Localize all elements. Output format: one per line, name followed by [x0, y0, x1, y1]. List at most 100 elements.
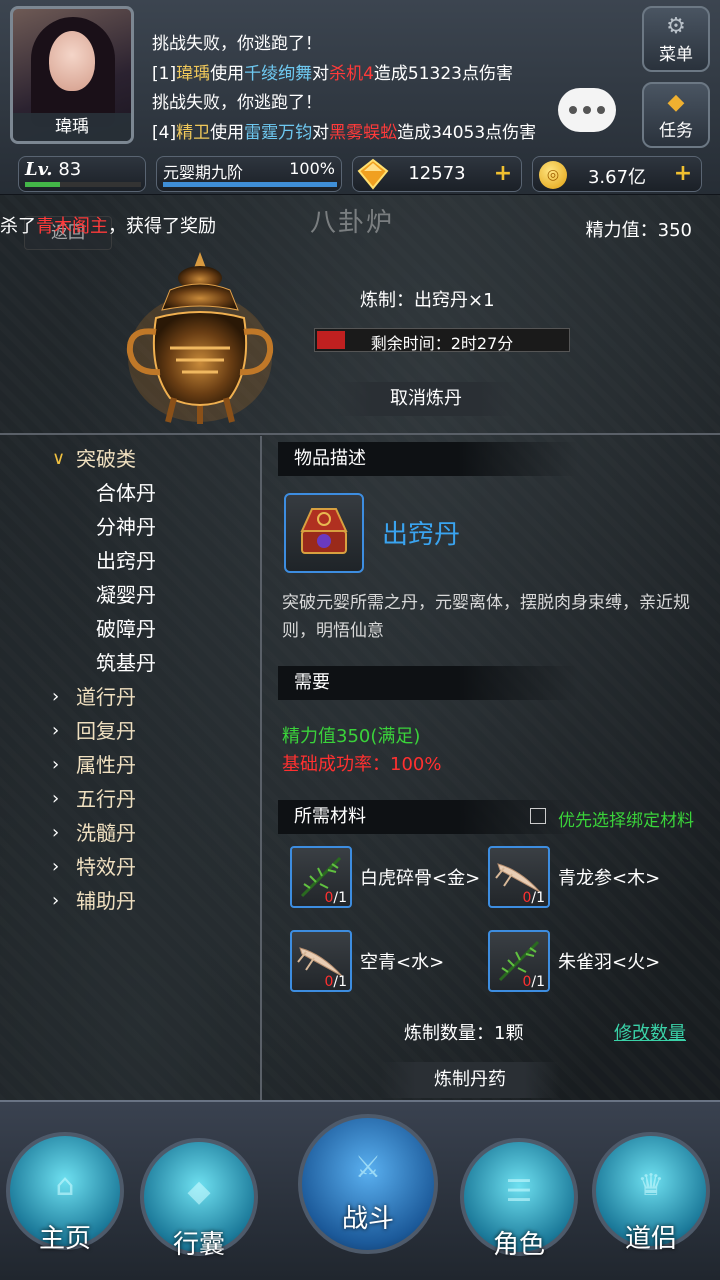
modify-quantity-link[interactable]: 修改数量: [614, 1019, 686, 1045]
nav-character-button[interactable]: ☰ 角色: [460, 1138, 578, 1260]
category-label: 属性丹: [76, 753, 136, 777]
horizontal-divider: [0, 433, 720, 435]
chat-fragment: 精卫: [176, 122, 211, 143]
chat-fragment: 使用: [210, 122, 245, 143]
companion-icon: ♛: [637, 1168, 665, 1203]
material-count: 0/1: [522, 890, 545, 906]
bind-material-checkbox[interactable]: [530, 808, 546, 824]
vertical-divider: [260, 436, 262, 1108]
material-count: 0/1: [324, 974, 347, 990]
category-3[interactable]: › 属性丹: [52, 748, 156, 782]
chat-fragment: [1]: [152, 63, 177, 84]
category-7[interactable]: › 辅助丹: [52, 884, 156, 918]
material-slot[interactable]: 0/1: [290, 930, 352, 992]
material-slot[interactable]: 0/1: [488, 930, 550, 992]
bind-material-label[interactable]: 优先选择绑定材料: [558, 806, 694, 831]
remaining-time-bar: 剩余时间：2时27分: [314, 328, 570, 353]
material-name: 白虎碎骨<金>: [360, 868, 481, 889]
recipe-item[interactable]: 出窍丹: [52, 544, 156, 578]
material-name: 空青<水>: [360, 952, 445, 973]
category-0[interactable]: ∨ 突破类: [52, 442, 156, 476]
recipe-item[interactable]: 凝婴丹: [52, 578, 156, 612]
chat-fragment: 使用: [210, 63, 245, 84]
cancel-crafting-button[interactable]: 取消炼丹: [336, 382, 516, 416]
quest-button[interactable]: ◆ 任务: [642, 82, 710, 148]
nav-battle-button[interactable]: ⚔ 战斗: [298, 1114, 438, 1254]
quest-label: 任务: [659, 121, 693, 141]
page-title: 八卦炉: [310, 208, 395, 238]
recipe-item[interactable]: 分神丹: [52, 510, 156, 544]
chat-log: 挑战失败，你逃跑了！ [1]瑋瑀使用千绫绚舞对杀机4造成51323点伤害 挑战失败，…: [152, 30, 632, 148]
chat-fragment: 造成34053点伤害: [397, 122, 537, 143]
chat-fragment: 雷霆万钧: [244, 122, 313, 143]
success-rate: 基础成功率：100%: [282, 754, 442, 775]
item-name: 出窍丹: [382, 520, 461, 550]
category-6[interactable]: › 特效丹: [52, 850, 156, 884]
category-4[interactable]: › 五行丹: [52, 782, 156, 816]
category-1[interactable]: › 道行丹: [52, 680, 156, 714]
section-requirements: 需要: [278, 666, 578, 700]
gold-currency: ◎ 3.67亿 +: [532, 156, 702, 192]
material-slot[interactable]: 0/1: [488, 846, 550, 908]
material-count: 0/1: [522, 974, 545, 990]
top-header: 瑋瑀 挑战失败，你逃跑了！ [1]瑋瑀使用千绫绚舞对杀机4造成51323点伤害 挑战…: [0, 0, 720, 195]
category-label: 突破类: [76, 447, 136, 471]
category-label: 洗髓丹: [76, 821, 136, 845]
energy-requirement: 精力值350(满足): [282, 726, 421, 747]
category-label: 道行丹: [76, 685, 136, 709]
material-count: 0/1: [324, 890, 347, 906]
bag-icon: ◆: [187, 1174, 211, 1209]
item-icon[interactable]: [284, 493, 364, 573]
furnace-icon: [126, 252, 274, 424]
stage-percent: 100%: [289, 159, 335, 178]
craft-pill-button[interactable]: 炼制丹药: [380, 1062, 560, 1098]
cultivation-stage-bar: 元婴期九阶 100%: [156, 156, 342, 192]
material-slot[interactable]: 0/1: [290, 846, 352, 908]
craft-quantity: 炼制数量：1颗: [404, 1023, 524, 1044]
category-5[interactable]: › 洗髓丹: [52, 816, 156, 850]
nav-companion-button[interactable]: ♛ 道侣: [592, 1132, 710, 1254]
chat-fragment: 黑雾蜈蚣: [329, 122, 398, 143]
chevron-right-icon: ›: [52, 754, 60, 775]
sub-header: 返回 杀了青木阁主，获得了奖励 八卦炉 精力值：350: [0, 198, 720, 254]
level-progress: [25, 182, 141, 187]
nav-label: 行囊: [172, 1230, 225, 1260]
category-tree: ∨ 突破类 合体丹 分神丹 出窍丹 凝婴丹 破障丹 筑基丹 › 道行丹 › 回复丹 › 属性丹 › 五行丹 › 洗…: [52, 442, 156, 918]
avatar-face: [49, 31, 95, 91]
item-description: 突破元婴所需之丹，元婴离体，摆脱肉身束缚，亲近规则，明悟仙意: [282, 593, 690, 641]
home-icon: ⌂: [55, 1168, 75, 1203]
chat-line: 挑战失败，你逃跑了！: [152, 30, 632, 60]
level-bar: Lv. 83: [18, 156, 146, 192]
chevron-down-icon: ∨: [52, 448, 66, 469]
chat-line: [1]瑋瑀使用千绫绚舞对杀机4造成51323点伤害: [152, 60, 632, 90]
battle-icon: ⚔: [354, 1150, 382, 1185]
chat-fragment: 杀机4: [329, 63, 374, 84]
chevron-right-icon: ›: [52, 822, 60, 843]
crafting-label: 炼制：出窍丹×1: [360, 290, 495, 311]
avatar[interactable]: 瑋瑀: [10, 6, 134, 144]
chat-bubble-icon[interactable]: [558, 88, 616, 132]
nav-home-button[interactable]: ⌂ 主页: [6, 1132, 124, 1254]
chat-fragment: 对: [312, 122, 330, 143]
recipe-item[interactable]: 筑基丹: [52, 646, 156, 680]
add-gold-button[interactable]: +: [671, 163, 695, 187]
chevron-right-icon: ›: [52, 720, 60, 741]
gear-icon: ⚙: [666, 14, 686, 39]
nav-label: 角色: [492, 1230, 545, 1260]
nav-label: 战斗: [341, 1204, 394, 1234]
chat-fragment: 千绫绚舞: [244, 63, 313, 84]
menu-label: 菜单: [659, 45, 693, 65]
energy-value: 精力值：350: [585, 220, 692, 241]
recipe-item[interactable]: 破障丹: [52, 612, 156, 646]
menu-button[interactable]: ⚙ 菜单: [642, 6, 710, 72]
chat-fragment: 对: [312, 63, 330, 84]
category-label: 回复丹: [76, 719, 136, 743]
add-gems-button[interactable]: +: [491, 163, 515, 187]
category-label: 五行丹: [76, 787, 136, 811]
nav-bag-button[interactable]: ◆ 行囊: [140, 1138, 258, 1260]
category-2[interactable]: › 回复丹: [52, 714, 156, 748]
section-item-description: 物品描述: [278, 442, 578, 476]
recipe-item[interactable]: 合体丹: [52, 476, 156, 510]
pill-box-icon: [300, 508, 348, 554]
chevron-right-icon: ›: [52, 856, 60, 877]
